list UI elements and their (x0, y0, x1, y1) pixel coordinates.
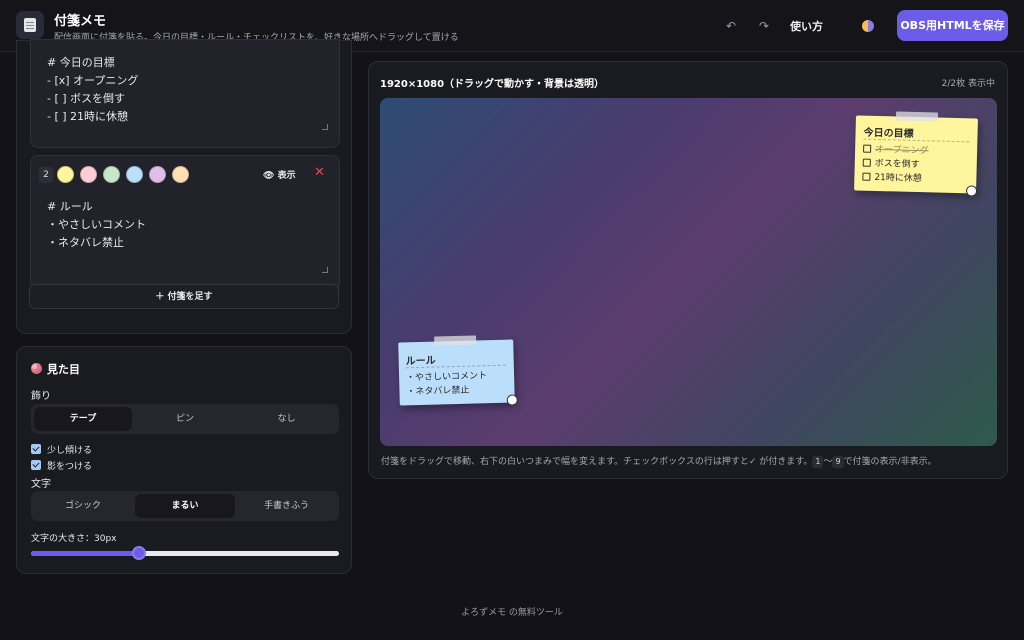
sticky-checklist-item-done[interactable]: オープニング (863, 142, 929, 157)
shadow-label: 影をつける (47, 462, 93, 472)
checkbox-checked-icon (31, 444, 41, 454)
footer-text: よろずメモ の無料ツール (461, 608, 563, 618)
sticky-goal-title: 今日の目標 (863, 127, 914, 140)
decoration-segmented: テープ ピン なし (31, 404, 339, 434)
color-swatch-green[interactable] (103, 166, 120, 183)
note-editor-2: 2 👁 表示 ✕ # ルール ・やさしいコメント ・ネタバレ禁止 (30, 155, 340, 291)
checkbox-icon (863, 144, 872, 153)
sticky-note-goal[interactable]: 今日の目標 オープニング ボスを倒す 21時に休憩 (854, 111, 978, 197)
eye-icon: 👁 (263, 171, 275, 181)
font-option-round[interactable]: まるい (135, 494, 235, 518)
color-swatch-pink[interactable] (80, 166, 97, 183)
font-label: 文字 (31, 479, 51, 490)
tape-decoration (895, 111, 939, 122)
howto-button[interactable]: 使い方 (790, 18, 823, 34)
delete-note-icon[interactable]: ✕ (314, 165, 325, 180)
note-textarea-1[interactable]: # 今日の目標 - [x] オープニング - [ ] ボスを倒す - [ ] 2… (47, 54, 138, 126)
tilt-checkbox[interactable]: 少し傾ける (31, 443, 92, 456)
note-textarea-2[interactable]: # ルール ・やさしいコメント ・ネタバレ禁止 (47, 198, 146, 252)
font-size-label: 文字の大きさ：30px (31, 534, 117, 544)
tape-decoration (434, 335, 477, 346)
appearance-panel: 見た目 飾り テープ ピン なし 少し傾ける 影をつける 文字 ゴシック まるい… (16, 346, 352, 574)
key-badge-1: 1 (812, 456, 824, 468)
tilt-label: 少し傾ける (47, 446, 93, 456)
toggle-visibility-button[interactable]: 👁 表示 (263, 168, 296, 181)
resize-handle[interactable] (506, 394, 518, 406)
appearance-title: 見た目 (31, 361, 80, 377)
preview-stage: 今日の目標 オープニング ボスを倒す 21時に休憩 ルール ・やさしいコメント … (380, 98, 997, 446)
font-option-handwritten[interactable]: 手書きふう (237, 494, 336, 518)
preview-title: 1920×1080（ドラッグで動かす・背景は透明） (380, 79, 605, 90)
checkbox-icon (862, 158, 871, 167)
checklist-text: ボスを倒す (874, 158, 920, 171)
notes-panel: # 今日の目標 - [x] オープニング - [ ] ボスを倒す - [ ] 2… (16, 39, 352, 334)
note-editor-1: # 今日の目標 - [x] オープニング - [ ] ボスを倒す - [ ] 2… (30, 39, 340, 148)
checklist-text: オープニング (874, 144, 929, 157)
sticky-rules-title: ルール (405, 355, 436, 368)
preview-panel: 1920×1080（ドラッグで動かす・背景は透明） 2/2枚 表示中 今日の目標… (368, 61, 1008, 479)
shadow-checkbox[interactable]: 影をつける (31, 459, 92, 472)
note-app-icon (16, 11, 44, 39)
resize-grip-icon[interactable] (322, 267, 328, 273)
appearance-title-text: 見た目 (47, 363, 80, 376)
decoration-option-pin[interactable]: ピン (135, 407, 235, 431)
color-swatch-yellow[interactable] (57, 166, 74, 183)
color-swatch-blue[interactable] (126, 166, 143, 183)
hint-suffix: で付箋の表示/非表示。 (843, 457, 937, 467)
checkbox-checked-icon (31, 460, 41, 470)
slider-fill (31, 551, 139, 556)
resize-grip-icon[interactable] (322, 124, 328, 130)
decoration-option-none[interactable]: なし (237, 407, 336, 431)
save-obs-html-button[interactable]: OBS用HTMLを保存 (897, 10, 1008, 41)
preview-hint: 付箋をドラッグで移動、右下の白いつまみで幅を変えます。チェックボックスの行は押す… (381, 454, 937, 468)
slider-thumb[interactable] (131, 546, 146, 560)
add-note-button[interactable]: ＋ 付箋を足す (29, 284, 339, 309)
color-swatch-orange[interactable] (172, 166, 189, 183)
hint-text: 付箋をドラッグで移動、右下の白いつまみで幅を変えます。チェックボックスの行は押す… (381, 457, 813, 467)
sticky-checklist-item[interactable]: ボスを倒す (862, 156, 920, 171)
decoration-option-tape[interactable]: テープ (34, 407, 132, 431)
sticky-note-rules[interactable]: ルール ・やさしいコメント ・ネタバレ禁止 (398, 335, 518, 406)
checklist-text: 21時に休憩 (874, 172, 922, 185)
app-title: 付箋メモ (54, 14, 107, 29)
show-label: 表示 (277, 171, 296, 181)
redo-icon[interactable]: ↷ (755, 17, 773, 35)
note-number-badge: 2 (39, 167, 53, 183)
color-swatch-purple[interactable] (149, 166, 166, 183)
sticky-rule-line: ・やさしいコメント (406, 371, 488, 384)
resize-handle[interactable] (965, 185, 978, 197)
undo-icon[interactable]: ↶ (722, 17, 740, 35)
preview-count: 2/2枚 表示中 (941, 79, 995, 89)
checkbox-icon (862, 172, 871, 181)
key-badge-9: 9 (832, 456, 844, 468)
hint-sep: 〜 (823, 457, 833, 467)
decoration-label: 飾り (31, 391, 51, 402)
font-segmented: ゴシック まるい 手書きふう (31, 491, 339, 521)
palette-icon (31, 363, 42, 374)
theme-toggle-icon[interactable] (862, 20, 874, 32)
sticky-checklist-item[interactable]: 21時に休憩 (862, 170, 922, 185)
sticky-rule-line: ・ネタバレ禁止 (406, 385, 470, 398)
font-option-gothic[interactable]: ゴシック (34, 494, 132, 518)
font-size-slider[interactable] (31, 546, 339, 560)
